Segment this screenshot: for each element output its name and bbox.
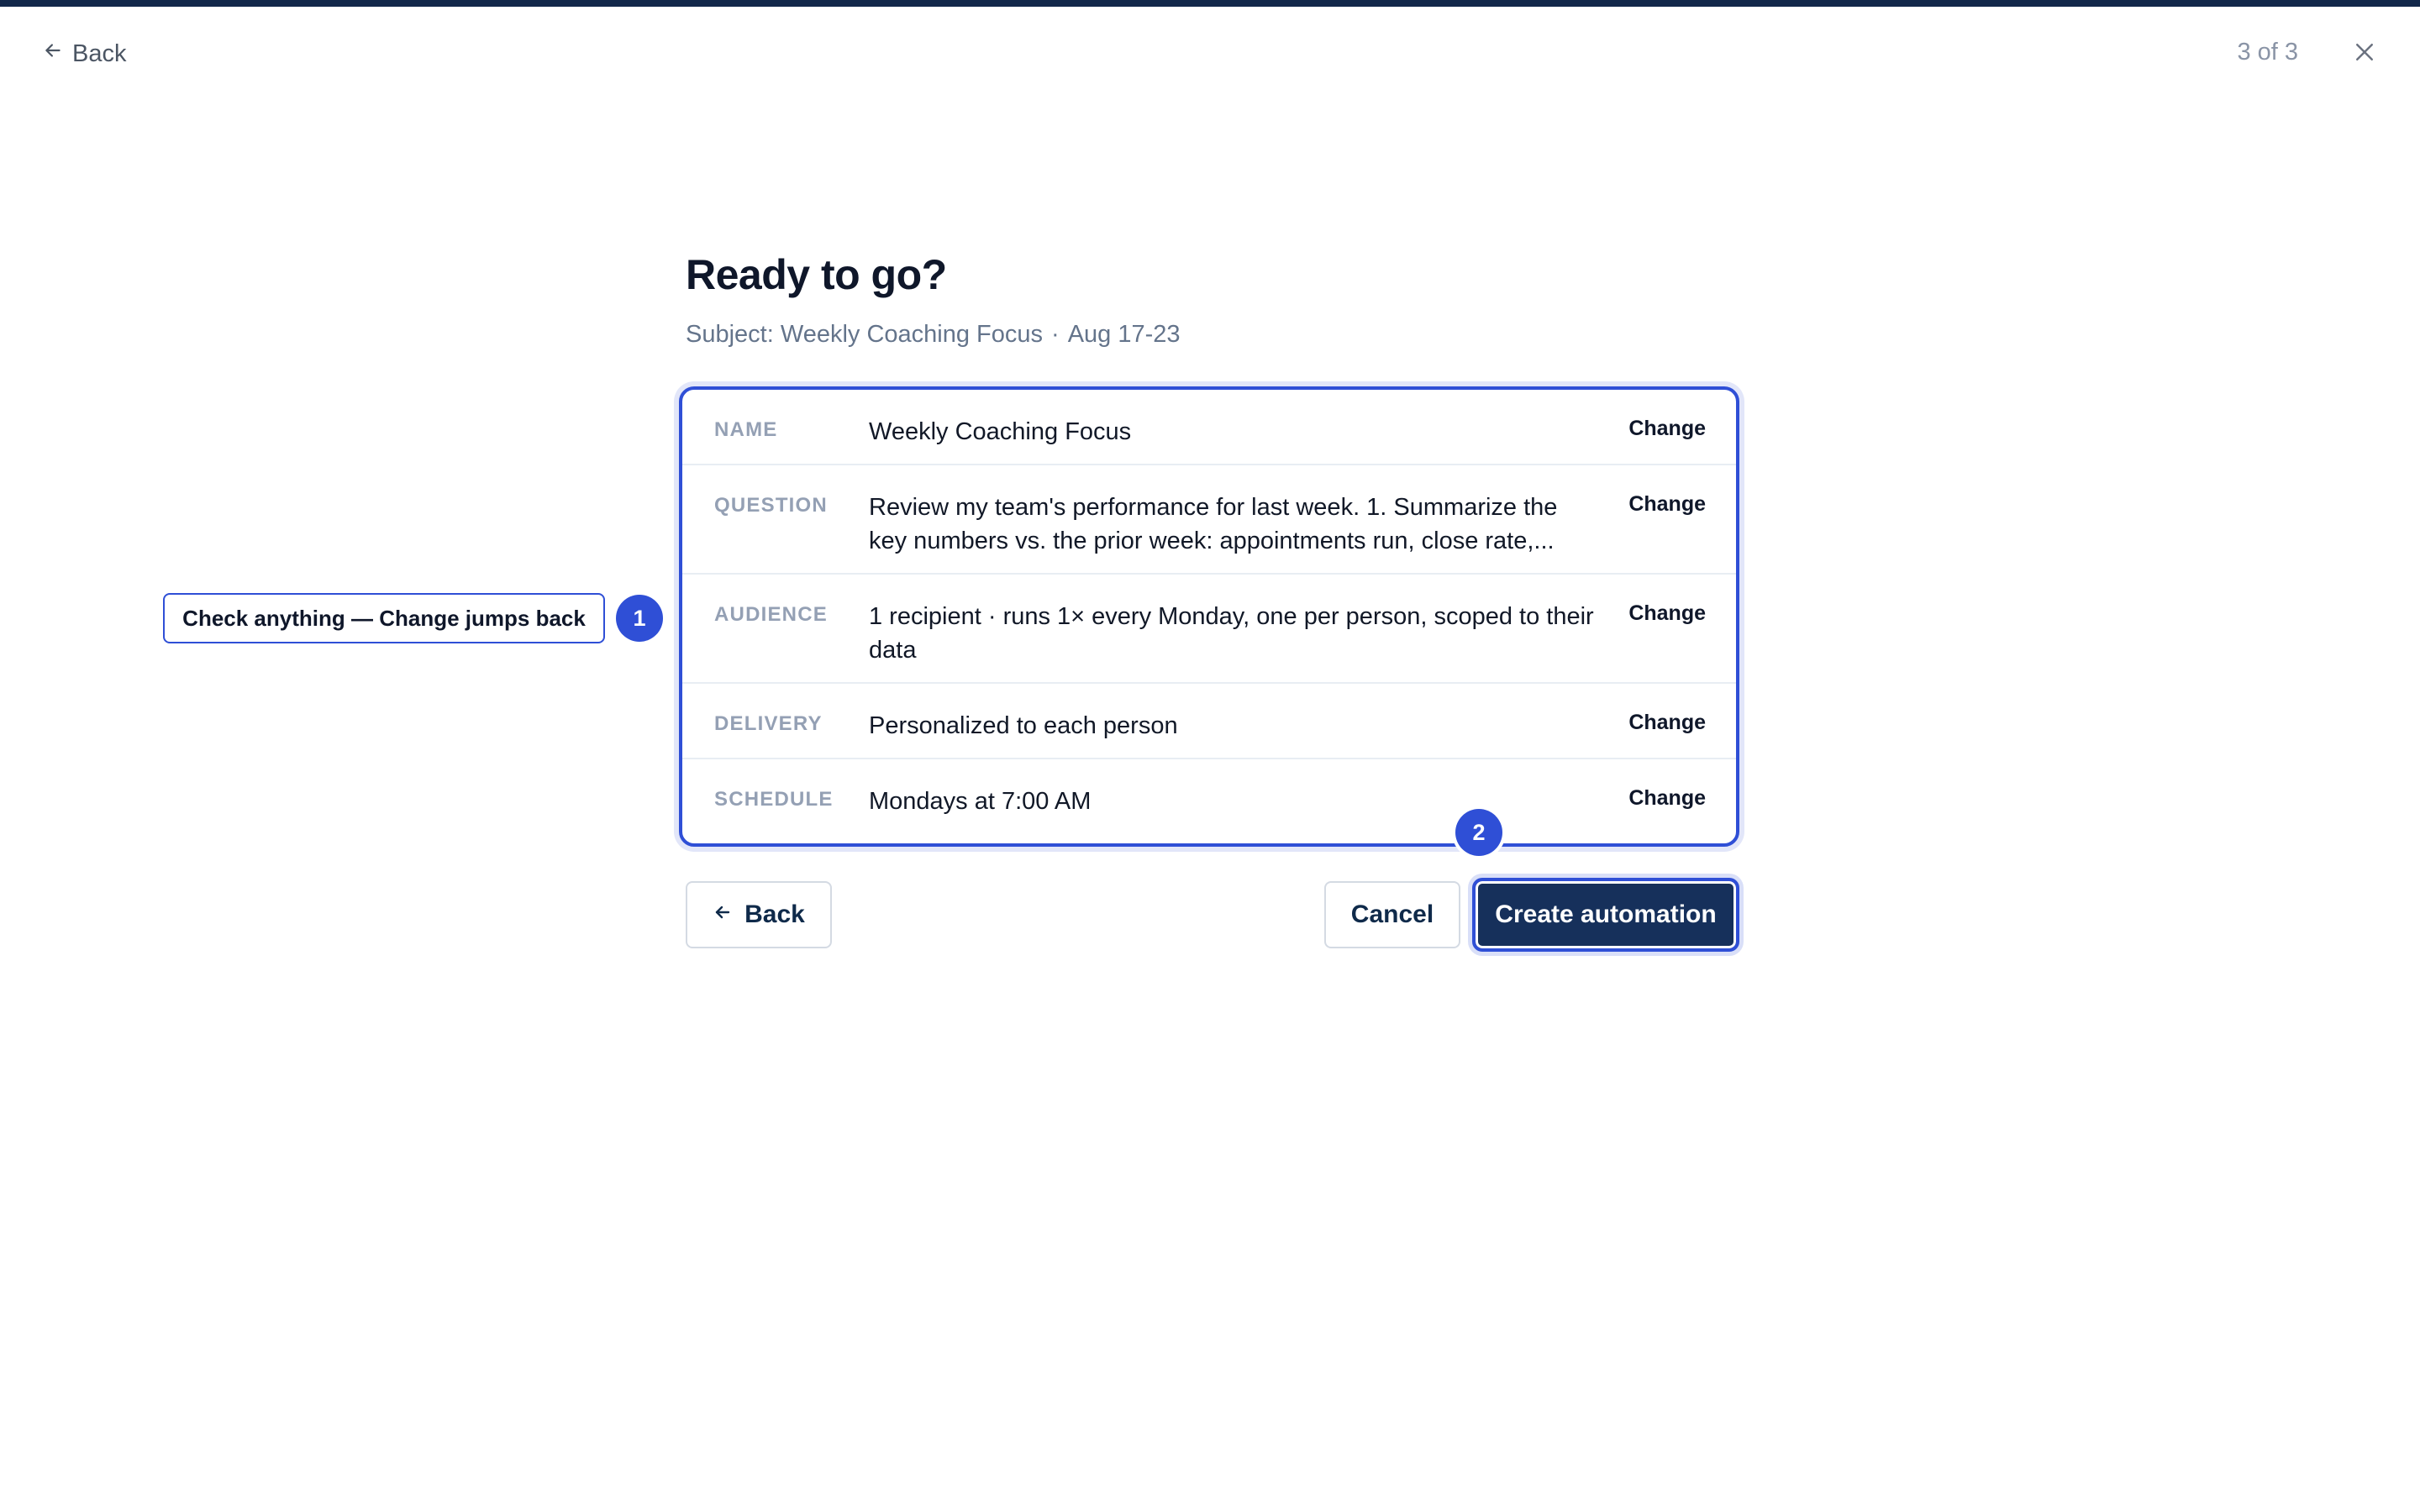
row-value: Review my team's performance for last we… <box>869 494 1558 554</box>
change-button-name[interactable]: Change <box>1628 417 1706 441</box>
change-button-question[interactable]: Change <box>1628 492 1706 517</box>
summary-row-question: QUESTION Review my team's performance fo… <box>682 465 1736 575</box>
back-button[interactable]: Back <box>686 881 832 948</box>
summary-card: NAME Weekly Coaching Focus Change QUESTI… <box>679 386 1739 847</box>
step-indicator: 3 of 3 <box>2237 39 2298 66</box>
header-back-button[interactable]: Back <box>42 37 126 71</box>
annotation-callout: Check anything — Change jumps back <box>163 593 605 643</box>
change-button-schedule[interactable]: Change <box>1628 786 1706 811</box>
subtitle-subject: Subject: Weekly Coaching Focus <box>686 321 1044 348</box>
subtitle-separator: · <box>1051 321 1060 348</box>
row-label: NAME <box>714 418 778 441</box>
row-value: 1 recipient · runs 1× every Monday, one … <box>869 603 1594 664</box>
row-label: SCHEDULE <box>714 788 834 811</box>
row-value: Weekly Coaching Focus <box>869 418 1132 445</box>
summary-row-audience: AUDIENCE 1 recipient · runs 1× every Mon… <box>682 575 1736 684</box>
row-label: QUESTION <box>714 494 828 517</box>
row-value: Personalized to each person <box>869 712 1178 739</box>
annotation-badge-2: 2 <box>1455 809 1502 856</box>
summary-row-delivery: DELIVERY Personalized to each person Cha… <box>682 684 1736 759</box>
header-back-label: Back <box>72 39 127 67</box>
close-button[interactable] <box>2348 37 2381 71</box>
change-button-delivery[interactable]: Change <box>1628 711 1706 735</box>
change-button-audience[interactable]: Change <box>1628 601 1706 626</box>
page-subtitle: Subject: Weekly Coaching Focus · Aug 17-23 <box>686 321 1181 349</box>
cancel-button[interactable]: Cancel <box>1324 881 1460 948</box>
create-automation-button[interactable]: Create automation <box>1472 878 1739 952</box>
arrow-left-icon <box>713 900 733 929</box>
row-label: AUDIENCE <box>714 603 828 626</box>
summary-row-name: NAME Weekly Coaching Focus Change <box>682 390 1736 465</box>
close-icon <box>2352 39 2377 69</box>
top-stripe <box>0 0 2420 7</box>
annotation-badge-1: 1 <box>616 595 663 642</box>
subtitle-date: Aug 17-23 <box>1067 321 1181 348</box>
summary-row-schedule: SCHEDULE Mondays at 7:00 AM Change <box>682 759 1736 843</box>
page-title: Ready to go? <box>686 251 947 298</box>
back-button-label: Back <box>744 900 805 928</box>
row-label: DELIVERY <box>714 712 823 735</box>
arrow-left-icon <box>42 39 64 68</box>
